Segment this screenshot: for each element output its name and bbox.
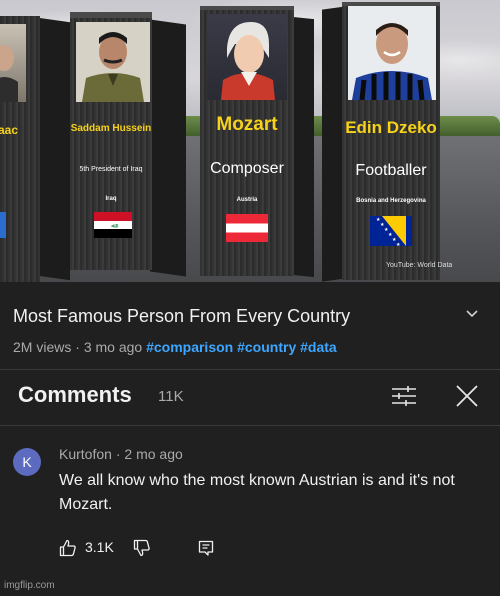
chevron-down-icon[interactable] [464,308,480,320]
card-3-country: Austria [236,197,258,203]
card-3-name: Mozart [216,114,278,135]
portrait-1 [0,24,26,102]
meta-separator: · [115,446,121,462]
close-icon[interactable] [455,384,479,408]
video-player[interactable]: aac Saddam Hussein 5th President of Iraq… [0,0,500,282]
sliders-icon[interactable] [391,384,417,408]
comments-header: Comments 11K [0,370,500,424]
card-2-name: Saddam Hussein [70,123,152,134]
card-2-country: Iraq [105,196,117,202]
pillar-side [150,19,186,277]
card-2-role: 5th President of Iraq [79,166,143,173]
reply-icon[interactable] [198,540,214,556]
card-4-country: Bosnia and Herzegovina [356,198,426,204]
comment-item: K Kurtofon · 2 mo ago We all know who th… [0,430,500,570]
portrait-dzeko [348,6,436,100]
meta-separator: · [75,339,80,355]
hashtag-link[interactable]: #country [237,339,296,355]
card-3-role: Composer [210,160,284,177]
avatar[interactable]: K [13,448,41,476]
comment-age: 2 mo ago [124,446,183,462]
portrait-mozart [207,14,287,100]
comment-text: We all know who the most known Austrian … [59,472,455,513]
pillar-side [292,16,314,278]
thumbs-up-icon[interactable] [59,539,77,557]
portrait-saddam [76,22,150,102]
hashtag-link[interactable]: #data [300,339,337,355]
video-title[interactable]: Most Famous Person From Every Country [13,306,350,327]
upload-age: 3 mo ago [83,339,143,355]
card-4-role: Footballer [355,162,427,179]
video-info: Most Famous Person From Every Country 2M… [0,284,500,368]
card-3-flag-austria [226,214,268,242]
video-meta: 2M views · 3 mo ago #comparison #country… [13,339,337,355]
card-1-flag [0,212,6,238]
pillar-side [38,17,70,281]
card-4-flag-bosnia: ★ ★ ★ ★ ★ ★ [370,216,412,246]
comments-title: Comments [18,382,132,407]
divider [0,425,500,426]
comments-count: 11K [158,388,184,405]
card-4-name: Edin Dzeko [345,118,437,137]
view-count: 2M views [13,339,72,355]
thumbs-down-icon[interactable] [133,539,151,557]
card-1-name: aac [0,123,19,137]
svg-text:★: ★ [396,242,401,246]
like-count: 3.1K [85,539,114,555]
card-2-flag-iraq: ﷲ [94,212,132,238]
imgflip-watermark: imgflip.com [4,580,55,591]
comment-author[interactable]: Kurtofon [59,446,112,462]
comment-header: Kurtofon · 2 mo ago [59,446,183,462]
hashtag-link[interactable]: #comparison [146,339,233,355]
video-watermark: YouTube: World Data [386,262,453,269]
